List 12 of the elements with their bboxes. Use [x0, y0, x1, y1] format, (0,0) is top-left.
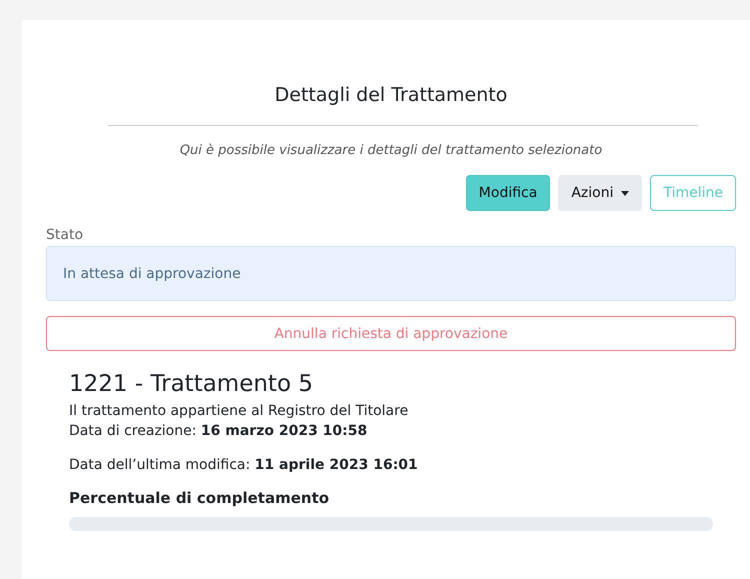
- actions-dropdown[interactable]: Azioni: [558, 175, 642, 211]
- status-alert: In attesa di approvazione: [46, 246, 736, 301]
- caret-icon: [621, 190, 630, 196]
- creation-date-text: Data di creazione: 16 marzo 2023 10:58: [69, 423, 368, 439]
- page-subtitle: Qui è possibile visualizzare i dettagli del trattamento selezionato: [178, 143, 604, 158]
- status-label: Stato: [46, 227, 84, 243]
- modified-date-text: Data dell’ultima modifica: 11 aprile 2023 16:01: [69, 457, 419, 473]
- treatment-title: 1221 - Trattamento 5: [69, 371, 314, 397]
- progress-label: Percentuale di completamento: [69, 489, 330, 507]
- page-title: Dettagli del Trattamento: [274, 83, 508, 106]
- edit-button[interactable]: Modifica: [466, 175, 550, 211]
- registry-text: Il trattamento appartiene al Registro del Titolare: [69, 403, 410, 419]
